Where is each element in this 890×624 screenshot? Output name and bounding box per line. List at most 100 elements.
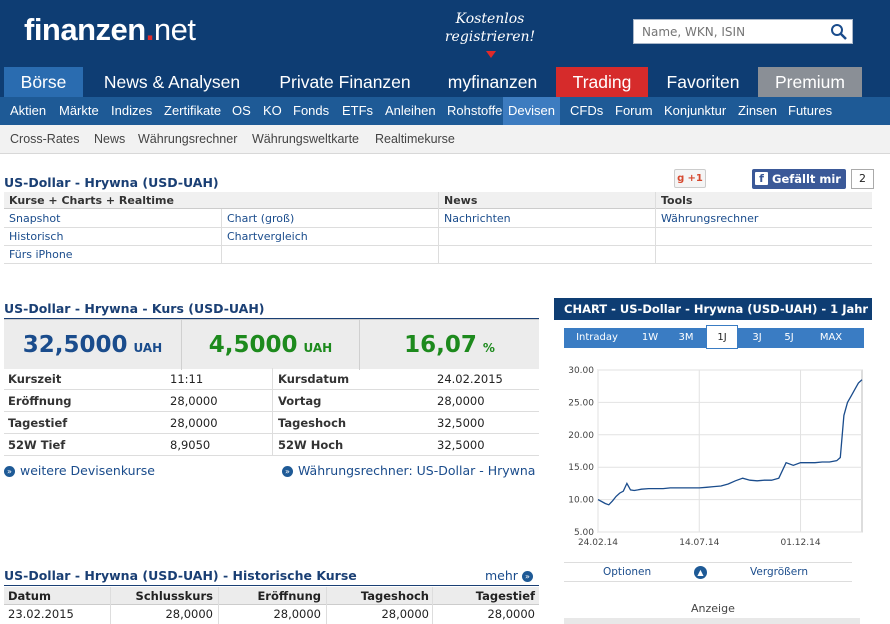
site-header: finanzen.net Kostenlos registrieren! bbox=[0, 0, 890, 67]
chevron-right-icon: » bbox=[4, 466, 15, 477]
site-logo[interactable]: finanzen.net bbox=[24, 12, 196, 48]
subnav-fonds[interactable]: Fonds bbox=[293, 97, 329, 125]
header-tools: Tools bbox=[661, 194, 693, 207]
link-chartvergleich[interactable]: Chartvergleich bbox=[227, 230, 308, 243]
logo-tld: net bbox=[153, 12, 196, 47]
link-waehrungsrechner-tool[interactable]: Währungsrechner bbox=[661, 212, 758, 225]
gplus-icon: g bbox=[677, 173, 685, 184]
section-title-kurs: US-Dollar - Hrywna - Kurs (USD-UAH) bbox=[4, 301, 539, 319]
divider bbox=[432, 587, 433, 624]
price-value: 32,5000 bbox=[22, 332, 128, 358]
range-1j[interactable]: 1J bbox=[706, 325, 738, 349]
history-more-link[interactable]: mehr » bbox=[485, 568, 533, 583]
links-table: Kurse + Charts + Realtime News Tools Sna… bbox=[4, 192, 872, 264]
x-tick-label: 24.02.14 bbox=[578, 538, 618, 548]
range-intraday[interactable]: Intraday bbox=[564, 328, 630, 348]
search-input[interactable] bbox=[634, 20, 824, 43]
subnav-rohstoffe[interactable]: Rohstoffe bbox=[447, 97, 502, 125]
range-1w[interactable]: 1W bbox=[634, 328, 666, 348]
range-3j[interactable]: 3J bbox=[742, 328, 772, 348]
detail-label: Eröffnung bbox=[8, 394, 72, 408]
col-tagestief: Tagestief bbox=[475, 589, 535, 603]
link-fuers-iphone[interactable]: Fürs iPhone bbox=[9, 248, 73, 261]
chart-plot-area bbox=[597, 369, 863, 533]
history-cell: 28,0000 bbox=[381, 607, 429, 621]
header-news: News bbox=[444, 194, 478, 207]
section-title-history: US-Dollar - Hrywna (USD-UAH) - Historisc… bbox=[4, 568, 539, 586]
history-cell: 23.02.2015 bbox=[8, 607, 74, 621]
history-cell: 28,0000 bbox=[165, 607, 213, 621]
detail-label: Vortag bbox=[278, 394, 322, 408]
chart-title: CHART - US-Dollar - Hrywna (USD-UAH) - 1… bbox=[554, 298, 872, 320]
change-pct-value: 16,07 bbox=[404, 332, 477, 358]
subnav-aktien[interactable]: Aktien bbox=[10, 97, 46, 125]
chevron-up-icon[interactable]: ▲ bbox=[694, 566, 707, 579]
chart-enlarge-link[interactable]: Vergrößern bbox=[750, 566, 808, 578]
tab-cross-rates[interactable]: Cross-Rates bbox=[10, 125, 79, 154]
subnav-devisen[interactable]: Devisen bbox=[503, 97, 560, 125]
subnav-konjunktur[interactable]: Konjunktur bbox=[664, 97, 726, 125]
subnav-anleihen[interactable]: Anleihen bbox=[385, 97, 436, 125]
detail-value: 28,0000 bbox=[170, 394, 218, 408]
subnav-indizes[interactable]: Indizes bbox=[111, 97, 152, 125]
link-snapshot[interactable]: Snapshot bbox=[9, 212, 60, 225]
detail-value: 28,0000 bbox=[170, 416, 218, 430]
nav-favoriten[interactable]: Favoriten bbox=[650, 67, 756, 97]
col-schlusskurs: Schlusskurs bbox=[135, 589, 213, 603]
subnav-zinsen[interactable]: Zinsen bbox=[738, 97, 777, 125]
tab-waehrungsweltkarte[interactable]: Währungsweltkarte bbox=[252, 125, 359, 154]
nav-private-finanzen[interactable]: Private Finanzen bbox=[261, 67, 429, 97]
subnav-ko[interactable]: KO bbox=[263, 97, 282, 125]
section-title-links: US-Dollar - Hrywna (USD-UAH) bbox=[4, 175, 872, 193]
tab-realtimekurse[interactable]: Realtimekurse bbox=[375, 125, 455, 154]
range-3m[interactable]: 3M bbox=[668, 328, 704, 348]
gplus-button[interactable]: g +1 bbox=[674, 169, 706, 188]
link-label: weitere Devisenkurse bbox=[20, 463, 155, 478]
divider bbox=[4, 227, 872, 228]
quote-change-percent: 16,07% bbox=[360, 320, 539, 370]
tab-news[interactable]: News bbox=[94, 125, 125, 154]
link-waehrungsrechner[interactable]: » Währungsrechner: US-Dollar - Hrywna bbox=[282, 463, 535, 478]
subnav-etfs[interactable]: ETFs bbox=[342, 97, 373, 125]
chart-options-link[interactable]: Optionen bbox=[603, 566, 651, 578]
subnav-zertifikate[interactable]: Zertifikate bbox=[164, 97, 221, 125]
y-tick-label: 25.00 bbox=[568, 398, 594, 408]
subnav-forum[interactable]: Forum bbox=[615, 97, 653, 125]
facebook-like-button[interactable]: f Gefällt mir bbox=[752, 169, 846, 189]
link-weitere-devisenkurse[interactable]: » weitere Devisenkurse bbox=[4, 463, 155, 478]
divider bbox=[438, 192, 439, 264]
detail-label: 52W Tief bbox=[8, 438, 66, 452]
detail-value: 24.02.2015 bbox=[437, 372, 503, 386]
header-kurse-charts: Kurse + Charts + Realtime bbox=[9, 194, 174, 207]
subnav-cfds[interactable]: CFDs bbox=[570, 97, 603, 125]
search-icon[interactable] bbox=[830, 23, 848, 41]
register-promo[interactable]: Kostenlos registrieren! bbox=[440, 10, 540, 46]
detail-value: 8,9050 bbox=[170, 438, 211, 452]
y-tick-label: 15.00 bbox=[568, 463, 594, 473]
subnav-futures[interactable]: Futures bbox=[788, 97, 832, 125]
nav-myfinanzen[interactable]: myfinanzen bbox=[431, 67, 554, 97]
ad-banner[interactable] bbox=[564, 618, 860, 624]
col-eroeffnung: Eröffnung bbox=[257, 589, 321, 603]
link-chart-gross[interactable]: Chart (groß) bbox=[227, 212, 294, 225]
nav-trading[interactable]: Trading bbox=[556, 67, 648, 97]
tab-waehrungsrechner[interactable]: Währungsrechner bbox=[138, 125, 237, 154]
logo-text: finanzen bbox=[24, 12, 146, 47]
nav-boerse[interactable]: Börse bbox=[4, 67, 83, 97]
link-nachrichten[interactable]: Nachrichten bbox=[444, 212, 511, 225]
nav-premium[interactable]: Premium bbox=[758, 67, 862, 97]
price-chart[interactable]: 30.00 25.00 20.00 15.00 10.00 5.0024.02.14 14.… bbox=[554, 360, 872, 556]
range-5j[interactable]: 5J bbox=[774, 328, 804, 348]
range-max[interactable]: MAX bbox=[808, 328, 854, 348]
chart-widget: CHART - US-Dollar - Hrywna (USD-UAH) - 1… bbox=[554, 298, 872, 624]
subnav-maerkte[interactable]: Märkte bbox=[59, 97, 99, 125]
detail-label: 52W Hoch bbox=[278, 438, 344, 452]
nav-news-analysen[interactable]: News & Analysen bbox=[85, 67, 259, 97]
divider bbox=[221, 209, 222, 264]
history-cell: 28,0000 bbox=[487, 607, 535, 621]
table-row: 52W Tief 8,9050 52W Hoch 32,5000 bbox=[4, 434, 539, 456]
link-historisch[interactable]: Historisch bbox=[9, 230, 63, 243]
quote-change: 4,5000 UAH bbox=[182, 320, 360, 370]
subnav-os[interactable]: OS bbox=[232, 97, 251, 125]
gplus-label: +1 bbox=[687, 173, 703, 184]
